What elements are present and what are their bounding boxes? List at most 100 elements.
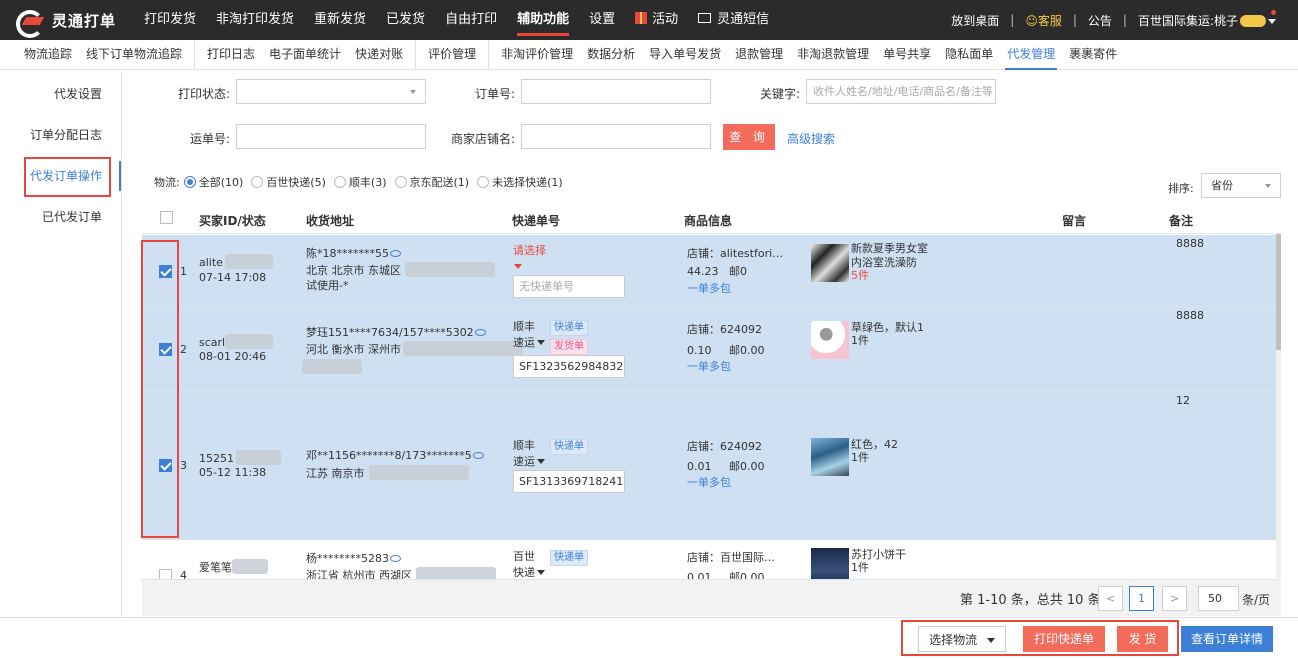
table-row[interactable]: 1 alite 07-14 17:08 陈*18*******55 北京 北京市… — [142, 235, 1276, 307]
sort-select[interactable]: 省份 — [1201, 173, 1281, 198]
courier-name[interactable]: 顺丰 — [513, 319, 535, 335]
app-logo[interactable]: 灵通打单 — [14, 6, 117, 38]
shop-input[interactable] — [521, 124, 711, 149]
option-label: 全部(10) — [198, 176, 244, 189]
eye-icon[interactable] — [474, 329, 486, 336]
masked-text — [224, 254, 273, 269]
service-link[interactable]: ☺客服 — [1025, 12, 1062, 29]
subnav-review-mgmt[interactable]: 评价管理 — [421, 40, 483, 69]
waybill-tag[interactable]: 快递单 — [542, 549, 588, 566]
row-checkbox[interactable] — [159, 569, 172, 579]
order-no-input[interactable] — [521, 79, 711, 104]
subnav-guoguo-send[interactable]: 裹裹寄件 — [1062, 40, 1124, 69]
sidebar-item-allocation-log[interactable]: 订单分配日志 — [0, 125, 120, 145]
subnav-data-analysis[interactable]: 数据分析 — [580, 40, 642, 69]
subnav-privacy-waybill[interactable]: 隐私面单 — [938, 40, 1000, 69]
query-button[interactable]: 查 询 — [723, 124, 775, 150]
advanced-search-link[interactable]: 高级搜索 — [787, 130, 835, 147]
courier-service[interactable]: 速运 — [513, 335, 545, 351]
table-row[interactable]: 3 15251 05-12 11:38 邓**1156*******8/173*… — [142, 392, 1276, 540]
view-order-detail-button[interactable]: 查看订单详情 — [1181, 626, 1273, 652]
pagination-info: 第 1-10 条，总共 10 条 — [960, 593, 1101, 608]
logo-text: 灵通打单 — [52, 11, 117, 30]
page-button-current[interactable]: 1 — [1129, 586, 1154, 611]
nav-reship[interactable]: 重新发货 — [304, 0, 376, 40]
product-thumbnail[interactable] — [811, 244, 849, 282]
logistics-option-jd[interactable]: 京东配送(1) — [387, 174, 469, 190]
shop-name: 店铺：624092 — [687, 323, 762, 336]
chevron-down-icon — [1265, 184, 1271, 188]
courier-service[interactable]: 速运 — [513, 454, 545, 470]
sidebar-item-dropshipped[interactable]: 已代发订单 — [0, 207, 120, 227]
logistics-option-best[interactable]: 百世快递(5) — [243, 174, 326, 190]
row-index: 1 — [180, 265, 187, 278]
nav-assist[interactable]: 辅助功能 — [507, 0, 579, 40]
courier-name[interactable]: 百世 — [513, 549, 535, 565]
subnav-refund-mgmt[interactable]: 退款管理 — [728, 40, 790, 69]
row-index: 2 — [180, 343, 187, 356]
prev-page-button[interactable]: < — [1098, 586, 1123, 611]
pagination-bar: 第 1-10 条，总共 10 条 < 1 > 50 条/页 — [142, 580, 1281, 616]
courier-name[interactable]: 顺丰 — [513, 438, 535, 454]
eye-icon[interactable] — [390, 250, 401, 257]
tracking-input[interactable]: SF1313369718241 — [513, 470, 625, 493]
waybill-tag[interactable]: 快递单 — [542, 319, 588, 336]
product-thumbnail[interactable] — [811, 321, 849, 359]
tracking-input[interactable]: 无快递单号 — [513, 275, 625, 298]
subnav-dropship-mgmt[interactable]: 代发管理 — [1000, 40, 1062, 70]
courier-select[interactable]: 请选择 — [513, 243, 546, 259]
nav-sms[interactable]: 灵通短信 — [688, 0, 779, 40]
select-all-checkbox[interactable] — [160, 211, 173, 224]
tracking-input[interactable]: SF1323562984832 — [513, 355, 625, 378]
name-phone-text: 梦珏151****7634/157****5302 — [306, 326, 474, 339]
courier-service[interactable]: 快递 — [513, 565, 545, 579]
logistics-option-none[interactable]: 未选择快递(1) — [469, 174, 563, 190]
page-size-input[interactable]: 50 — [1198, 586, 1239, 611]
nav-shipped[interactable]: 已发货 — [376, 0, 435, 40]
print-status-select[interactable] — [236, 79, 426, 104]
shop-label: 商家店铺名: — [450, 132, 515, 146]
user-menu[interactable]: 百世国际集运:桃子 — [1138, 12, 1276, 29]
subnav-courier-reconcile[interactable]: 快递对账 — [348, 40, 410, 69]
eye-icon[interactable] — [390, 555, 401, 562]
notice-link[interactable]: 公告 — [1088, 12, 1112, 29]
subnav-nontaobao-review[interactable]: 非淘评价管理 — [494, 40, 580, 69]
sidebar-item-dropship-settings[interactable]: 代发设置 — [0, 84, 120, 104]
masked-text — [302, 359, 362, 374]
subnav-offline-track[interactable]: 线下订单物流追踪 — [79, 40, 189, 69]
next-page-button[interactable]: > — [1162, 586, 1187, 611]
chevron-down-icon[interactable] — [514, 264, 522, 269]
receiver-address: 江苏 南京市 — [306, 465, 469, 482]
subnav-number-share[interactable]: 单号共享 — [876, 40, 938, 69]
nav-settings[interactable]: 设置 — [579, 0, 625, 40]
logo-icon — [14, 8, 44, 38]
multi-package-link[interactable]: 一单多包 — [687, 359, 731, 375]
subnav-print-log[interactable]: 打印日志 — [200, 40, 262, 69]
subnav-nontaobao-refund[interactable]: 非淘退款管理 — [790, 40, 876, 69]
table-row[interactable]: 4 爱笔笔 杨********5283 浙江省 杭州市 西湖区 百世 快递单 快… — [142, 541, 1276, 580]
eye-icon[interactable] — [472, 452, 484, 459]
waybill-tag[interactable]: 快递单 — [542, 438, 588, 455]
desktop-link[interactable]: 放到桌面 — [951, 12, 999, 29]
product-thumbnail[interactable] — [811, 438, 849, 476]
logistics-option-all[interactable]: 全部(10) — [180, 174, 244, 190]
subnav-waybill-stats[interactable]: 电子面单统计 — [262, 40, 348, 69]
nav-print-ship[interactable]: 打印发货 — [134, 0, 206, 40]
nav-free-print[interactable]: 自由打印 — [435, 0, 507, 40]
postage: 邮0.00 — [729, 344, 765, 357]
subnav-import-ship[interactable]: 导入单号发货 — [642, 40, 728, 69]
subnav-logistics-track[interactable]: 物流追踪 — [17, 40, 79, 69]
table-row[interactable]: 2 scarl 08-01 20:46 梦珏151****7634/157***… — [142, 307, 1276, 392]
table-scrollbar-thumb[interactable] — [1276, 234, 1281, 350]
product-thumbnail[interactable] — [811, 548, 849, 579]
keyword-input[interactable]: 收件人姓名/地址/电话/商品名/备注等 — [806, 79, 996, 104]
multi-package-link[interactable]: 一单多包 — [687, 281, 731, 297]
nav-nontaobao-print[interactable]: 非淘打印发货 — [206, 0, 304, 40]
multi-package-link[interactable]: 一单多包 — [687, 475, 731, 491]
invoice-tag[interactable]: 发货单 — [542, 338, 588, 355]
product-qty: 1件 — [851, 561, 869, 574]
buyer-id: alite — [199, 254, 273, 271]
nav-activity[interactable]: 活动 — [625, 0, 688, 40]
waybill-input[interactable] — [236, 124, 426, 149]
logistics-option-sf[interactable]: 顺丰(3) — [326, 174, 387, 190]
